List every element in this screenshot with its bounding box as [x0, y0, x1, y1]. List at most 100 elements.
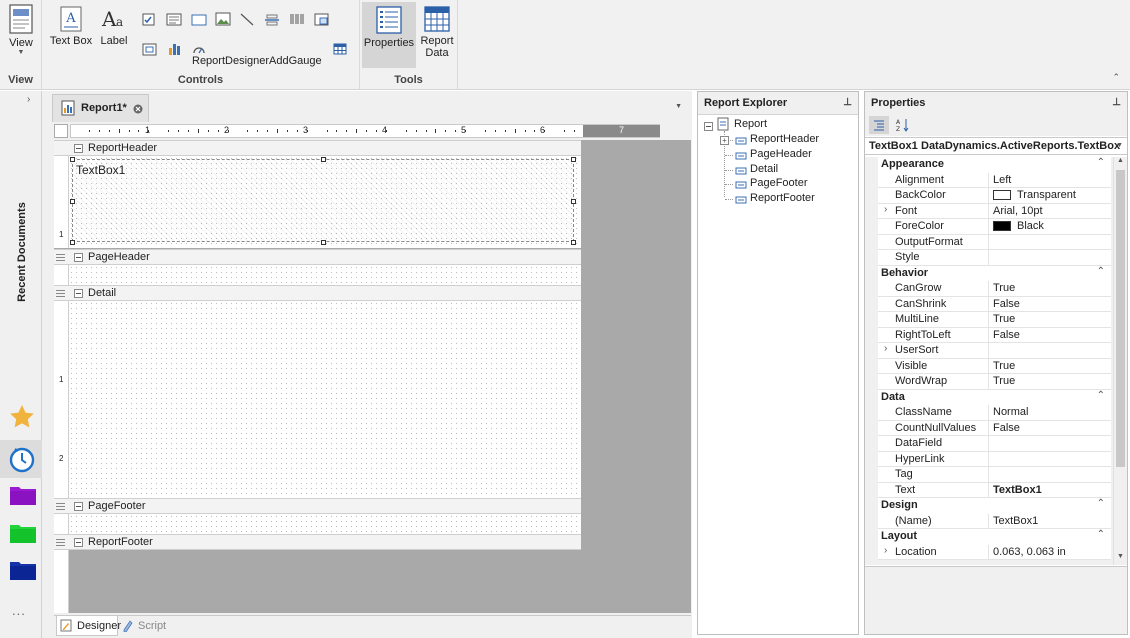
properties-scrollbar[interactable]: ▲ ▼ — [1113, 157, 1127, 565]
collapse-toggle-icon[interactable] — [74, 502, 83, 511]
resize-handle[interactable] — [70, 240, 75, 245]
property-value[interactable]: TextBox1 — [993, 515, 1038, 527]
tree-item-detail[interactable]: Detail — [750, 163, 778, 175]
picture-icon[interactable] — [215, 12, 231, 27]
band-grip-icon[interactable] — [56, 539, 65, 546]
band-grip-icon[interactable] — [56, 503, 65, 510]
resize-handle[interactable] — [571, 157, 576, 162]
folder-purple-icon[interactable] — [9, 483, 37, 507]
property-row-text[interactable]: Text TextBox1 — [865, 482, 1111, 498]
category-data[interactable]: Data ⌃ — [865, 389, 1111, 405]
categorized-button[interactable] — [869, 116, 889, 134]
collapse-chevron-icon[interactable]: ⌃ — [1097, 157, 1105, 168]
sidebar-expand-icon[interactable]: › — [27, 94, 30, 105]
tab-report1[interactable]: Report1* — [52, 94, 149, 122]
richtext-icon[interactable] — [166, 13, 182, 27]
expand-chevron-icon[interactable]: › — [884, 545, 887, 556]
property-value[interactable]: True — [993, 313, 1015, 325]
expand-chevron-icon[interactable]: › — [884, 343, 887, 354]
band-detail[interactable] — [69, 301, 581, 498]
property-value[interactable]: Transparent — [1017, 189, 1076, 201]
property-row-tag[interactable]: Tag — [865, 467, 1111, 483]
property-row-classname[interactable]: ClassName Normal — [865, 405, 1111, 421]
crossdocument-icon[interactable] — [142, 42, 158, 57]
design-surface[interactable]: ReportHeader TextBox1 PageHeader Detail … — [54, 140, 691, 613]
folder-blue-icon[interactable] — [9, 558, 37, 582]
tree-item-reportfooter[interactable]: ReportFooter — [750, 192, 815, 204]
property-row-font[interactable]: › Font Arial, 10pt — [865, 203, 1111, 219]
scroll-down-icon[interactable]: ▼ — [1117, 553, 1124, 560]
category-design[interactable]: Design ⌃ — [865, 498, 1111, 514]
band-header-reportfooter[interactable]: ReportFooter — [54, 534, 581, 550]
resize-handle[interactable] — [571, 199, 576, 204]
property-value[interactable]: False — [993, 422, 1020, 434]
favorites-star-icon[interactable] — [9, 404, 35, 430]
collapse-chevron-icon[interactable]: ⌃ — [1097, 529, 1105, 540]
category-layout[interactable]: Layout ⌃ — [865, 529, 1111, 545]
label-button[interactable]: A a Label — [96, 6, 132, 47]
property-value[interactable]: Arial, 10pt — [993, 205, 1043, 217]
expand-chevron-icon[interactable]: › — [884, 204, 887, 215]
band-grip-icon[interactable] — [56, 290, 65, 297]
property-value[interactable]: False — [993, 329, 1020, 341]
property-row-visible[interactable]: Visible True — [865, 358, 1111, 374]
tab-close-icon[interactable] — [133, 104, 143, 114]
property-row-location[interactable]: › Location 0.063, 0.063 in — [865, 544, 1111, 560]
resize-handle[interactable] — [321, 240, 326, 245]
category-appearance[interactable]: Appearance ⌃ — [865, 157, 1111, 173]
property-row-forecolor[interactable]: ForeColor Black — [865, 219, 1111, 235]
expand-tree-icon[interactable]: + — [720, 136, 729, 145]
property-row-cangrow[interactable]: CanGrow True — [865, 281, 1111, 297]
chart-icon[interactable] — [168, 42, 182, 56]
view-button[interactable]: View ▼ — [2, 4, 40, 56]
scroll-thumb[interactable] — [1116, 170, 1125, 467]
property-value[interactable]: Left — [993, 174, 1011, 186]
band-header-reportheader[interactable]: ReportHeader — [54, 140, 581, 156]
resize-handle[interactable] — [70, 199, 75, 204]
recent-clock-icon[interactable] — [9, 445, 35, 473]
tree-item-pagefooter[interactable]: PageFooter — [750, 177, 807, 189]
collapse-toggle-icon[interactable] — [74, 289, 83, 298]
band-grip-icon[interactable] — [56, 254, 65, 261]
property-row-usersort[interactable]: › UserSort — [865, 343, 1111, 359]
property-value[interactable]: 0.063, 0.063 in — [993, 546, 1066, 558]
collapse-toggle-icon[interactable] — [74, 144, 83, 153]
band-header-pagefooter[interactable]: PageFooter — [54, 498, 581, 514]
properties-button[interactable]: Properties — [362, 2, 416, 68]
property-row-backcolor[interactable]: BackColor Transparent — [865, 188, 1111, 204]
pin-icon[interactable]: ⊥ — [1112, 97, 1121, 108]
table-icon[interactable] — [333, 43, 347, 55]
tree-item-reportheader[interactable]: ReportHeader — [750, 133, 819, 145]
collapse-toggle-icon[interactable] — [74, 538, 83, 547]
property-row-alignment[interactable]: Alignment Left — [865, 172, 1111, 188]
property-row-multiline[interactable]: MultiLine True — [865, 312, 1111, 328]
pin-icon[interactable]: ⊥ — [843, 97, 852, 108]
property-value[interactable]: False — [993, 298, 1020, 310]
subreport-icon[interactable] — [314, 12, 330, 27]
object-selector-dropdown-icon[interactable]: ▼ — [1116, 142, 1123, 149]
property-value[interactable]: True — [993, 282, 1015, 294]
property-row-outputformat[interactable]: OutputFormat — [865, 234, 1111, 250]
textbox-button[interactable]: A Text Box — [48, 6, 94, 47]
object-selector[interactable]: TextBox1 DataDynamics.ActiveReports.Text… — [865, 137, 1127, 155]
band-header-pageheader[interactable]: PageHeader — [54, 249, 581, 265]
recent-documents-tab[interactable]: Recent Documents — [8, 202, 34, 306]
tab-list-dropdown-icon[interactable]: ▼ — [675, 103, 682, 110]
property-row-canshrink[interactable]: CanShrink False — [865, 296, 1111, 312]
category-behavior[interactable]: Behavior ⌃ — [865, 265, 1111, 281]
resize-handle[interactable] — [70, 157, 75, 162]
tree-item-report[interactable]: Report — [734, 118, 767, 130]
alphabetical-button[interactable]: AZ — [893, 116, 913, 134]
collapse-ribbon-icon[interactable]: ⌃ — [1112, 72, 1120, 83]
barcode-icon[interactable] — [289, 12, 305, 26]
property-value[interactable]: True — [993, 360, 1015, 372]
more-options-icon[interactable]: ... — [12, 603, 26, 618]
collapse-chevron-icon[interactable]: ⌃ — [1097, 498, 1105, 509]
collapse-toggle-icon[interactable] — [74, 253, 83, 262]
property-value[interactable]: TextBox1 — [993, 484, 1042, 496]
pagebreak-icon[interactable] — [264, 13, 280, 27]
report-data-button[interactable]: Report Data — [418, 6, 456, 59]
line-icon[interactable] — [239, 12, 255, 27]
collapse-tree-icon[interactable] — [704, 122, 713, 131]
band-pagefooter[interactable] — [69, 514, 581, 534]
